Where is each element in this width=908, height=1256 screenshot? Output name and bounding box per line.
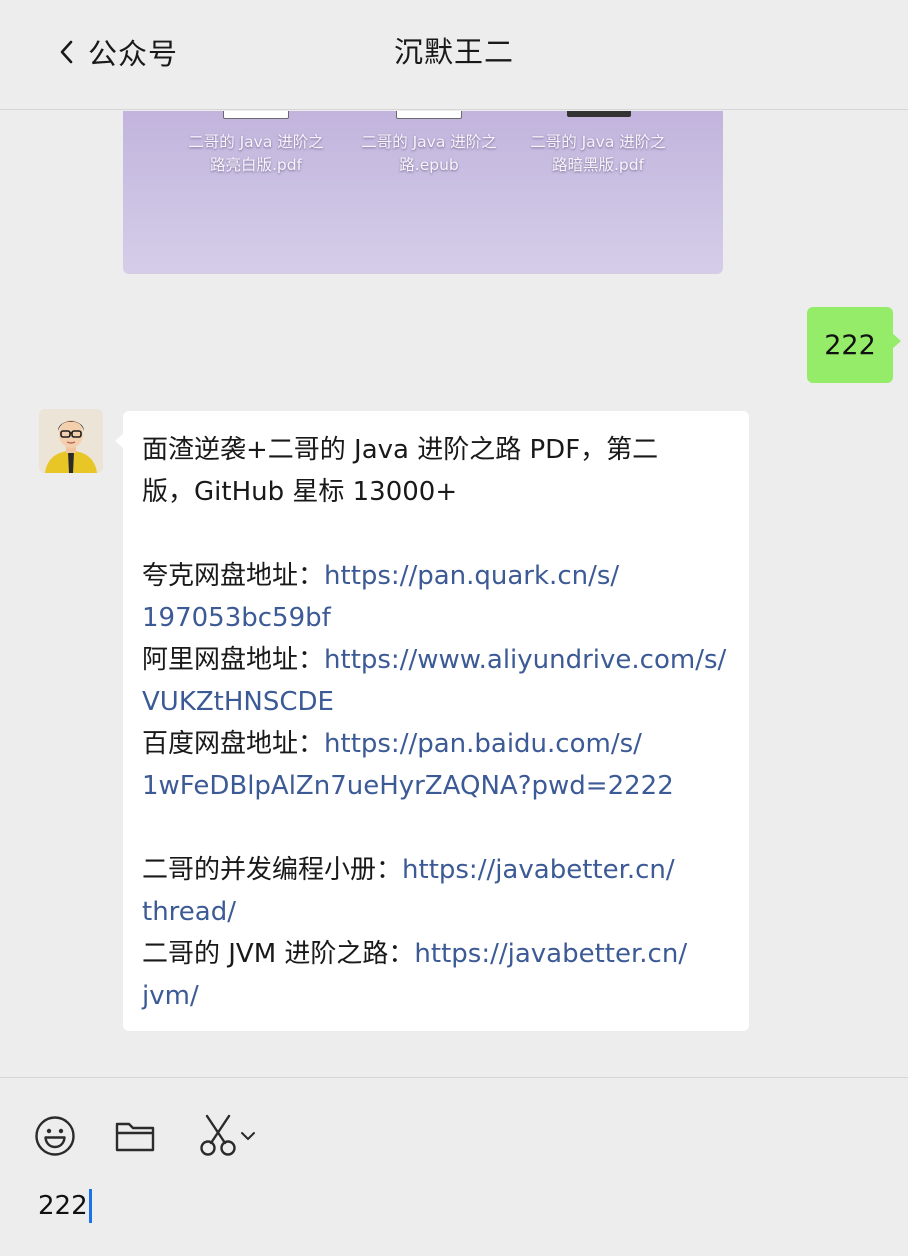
baidu-link-cont[interactable]: 1wFeDBlpAlZn7ueHyrZAQNA?pwd=2222: [142, 771, 674, 801]
thread-line: 二哥的并发编程小册：https://javabetter.cn/: [142, 849, 737, 891]
screenshot-button[interactable]: [195, 1112, 259, 1158]
chat-title: 沉默王二: [393, 35, 514, 69]
file-name-epub: 二哥的 Java 进阶之 路.epub: [361, 133, 497, 174]
baidu-link[interactable]: https://pan.baidu.com/s/: [324, 729, 642, 759]
thread-line-cont: thread/: [142, 891, 737, 933]
quark-link[interactable]: https://pan.quark.cn/s/: [324, 561, 619, 591]
sent-message-text: 222: [824, 329, 876, 361]
thread-label: 二哥的并发编程小册：: [142, 855, 403, 885]
sent-message-bubble[interactable]: 222: [807, 307, 901, 383]
message-composer: 222: [0, 1077, 908, 1256]
pdf-dark-file-icon: [567, 111, 631, 117]
message-list[interactable]: 二哥的 Java 进阶之 路亮白版.pdf 二哥的 Java 进阶之 路.epu…: [0, 111, 908, 1077]
message-input-text: 222: [38, 1191, 88, 1221]
baidu-label: 百度网盘地址：: [142, 729, 325, 759]
message-input[interactable]: 222: [38, 1188, 92, 1224]
text-caret: [88, 1189, 92, 1223]
chevron-down-icon[interactable]: [240, 1130, 256, 1142]
file-name-light-pdf: 二哥的 Java 进阶之 路亮白版.pdf: [188, 133, 324, 174]
quark-link-cont[interactable]: 197053bc59bf: [142, 603, 331, 633]
avatar-image: [39, 409, 103, 473]
jvm-link-cont[interactable]: jvm/: [142, 981, 199, 1011]
file-button[interactable]: [114, 1116, 156, 1156]
pdf-file-icon: [223, 111, 289, 119]
quark-label: 夸克网盘地址：: [142, 561, 325, 591]
message-intro-line-1: 面渣逆袭+二哥的 Java 进阶之路 PDF，第二: [142, 435, 659, 465]
jvm-line-cont: jvm/: [142, 975, 737, 1017]
baidu-line-cont: 1wFeDBlpAlZn7ueHyrZAQNA?pwd=2222: [142, 765, 737, 807]
emoji-icon: [35, 1116, 75, 1156]
thread-link-cont[interactable]: thread/: [142, 897, 236, 927]
avatar[interactable]: [39, 409, 103, 473]
aliyun-link-cont[interactable]: VUKZtHNSCDE: [142, 687, 334, 717]
received-message-bubble[interactable]: 面渣逆袭+二哥的 Java 进阶之路 PDF，第二 版，GitHub 星标 13…: [115, 411, 749, 1031]
quark-line: 夸克网盘地址：https://pan.quark.cn/s/: [142, 555, 737, 597]
chat-header: 公众号 沉默王二: [0, 0, 908, 110]
emoji-button[interactable]: [33, 1114, 77, 1158]
aliyun-line-cont: VUKZtHNSCDE: [142, 681, 737, 723]
file-name-dark-pdf: 二哥的 Java 进阶之 路暗黑版.pdf: [530, 133, 666, 174]
message-intro-line-2: 版，GitHub 星标 13000+: [142, 477, 458, 507]
image-message[interactable]: 二哥的 Java 进阶之 路亮白版.pdf 二哥的 Java 进阶之 路.epu…: [123, 111, 723, 274]
baidu-line: 百度网盘地址：https://pan.baidu.com/s/: [142, 723, 737, 765]
aliyun-link[interactable]: https://www.aliyundrive.com/s/: [324, 645, 726, 675]
aliyun-label: 阿里网盘地址：: [142, 645, 325, 675]
aliyun-line: 阿里网盘地址：https://www.aliyundrive.com/s/: [142, 639, 737, 681]
jvm-link[interactable]: https://javabetter.cn/: [414, 939, 687, 969]
jvm-label: 二哥的 JVM 进阶之路：: [142, 939, 415, 969]
quark-line-cont: 197053bc59bf: [142, 597, 737, 639]
thread-link[interactable]: https://javabetter.cn/: [402, 855, 675, 885]
epub-file-icon: [396, 111, 462, 119]
folder-icon: [115, 1122, 155, 1152]
jvm-line: 二哥的 JVM 进阶之路：https://javabetter.cn/: [142, 933, 737, 975]
scissors-icon: [200, 1114, 236, 1156]
